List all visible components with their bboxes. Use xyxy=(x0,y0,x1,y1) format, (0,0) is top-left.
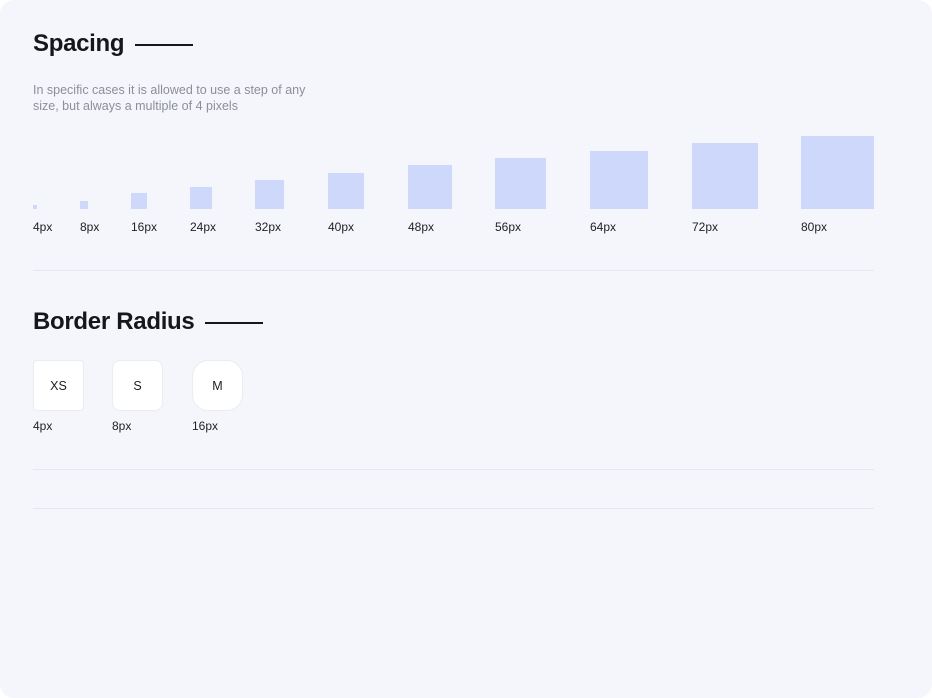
radius-sample-m: M xyxy=(192,360,243,411)
spacing-label-4: 4px xyxy=(33,220,53,234)
spacing-swatch-32 xyxy=(255,180,284,209)
spacing-label-32: 32px xyxy=(255,220,282,234)
design-tokens-canvas: Spacing In specific cases it is allowed … xyxy=(0,0,932,698)
spacing-label-80: 80px xyxy=(801,220,828,234)
spacing-label-48: 48px xyxy=(408,220,435,234)
spacing-swatch-80 xyxy=(801,136,874,209)
spacing-description: In specific cases it is allowed to use a… xyxy=(33,83,306,113)
spacing-label-16: 16px xyxy=(131,220,158,234)
spacing-swatch-24 xyxy=(190,187,212,209)
border-radius-section-title: Border Radius xyxy=(33,308,264,336)
spacing-swatch-72 xyxy=(692,143,758,209)
spacing-swatch-16 xyxy=(131,193,147,209)
radius-name-s: S xyxy=(133,378,142,393)
radius-label-xs: 4px xyxy=(33,419,53,433)
radius-name-xs: XS xyxy=(50,378,67,393)
spacing-swatch-4 xyxy=(33,205,37,209)
spacing-swatch-40 xyxy=(328,173,364,209)
spacing-label-64: 64px xyxy=(590,220,617,234)
spacing-swatch-8 xyxy=(80,201,88,209)
radius-name-m: M xyxy=(212,378,223,393)
spacing-section-title: Spacing xyxy=(33,30,194,58)
radius-label-s: 8px xyxy=(112,419,132,433)
radius-label-m: 16px xyxy=(192,419,219,433)
section-divider xyxy=(33,469,874,470)
spacing-label-72: 72px xyxy=(692,220,719,234)
spacing-title-text: Spacing xyxy=(33,30,125,57)
spacing-swatch-56 xyxy=(495,158,546,209)
spacing-label-56: 56px xyxy=(495,220,522,234)
radius-sample-xs: XS xyxy=(33,360,84,411)
radius-sample-s: S xyxy=(112,360,163,411)
border-radius-title-text: Border Radius xyxy=(33,308,195,335)
spacing-label-40: 40px xyxy=(328,220,355,234)
spacing-swatch-48 xyxy=(408,165,452,209)
spacing-label-8: 8px xyxy=(80,220,100,234)
spacing-title-line xyxy=(135,44,194,46)
border-radius-title-line xyxy=(205,322,264,324)
spacing-swatch-64 xyxy=(590,151,648,209)
section-divider xyxy=(33,270,874,271)
section-divider xyxy=(33,508,874,509)
spacing-label-24: 24px xyxy=(190,220,217,234)
